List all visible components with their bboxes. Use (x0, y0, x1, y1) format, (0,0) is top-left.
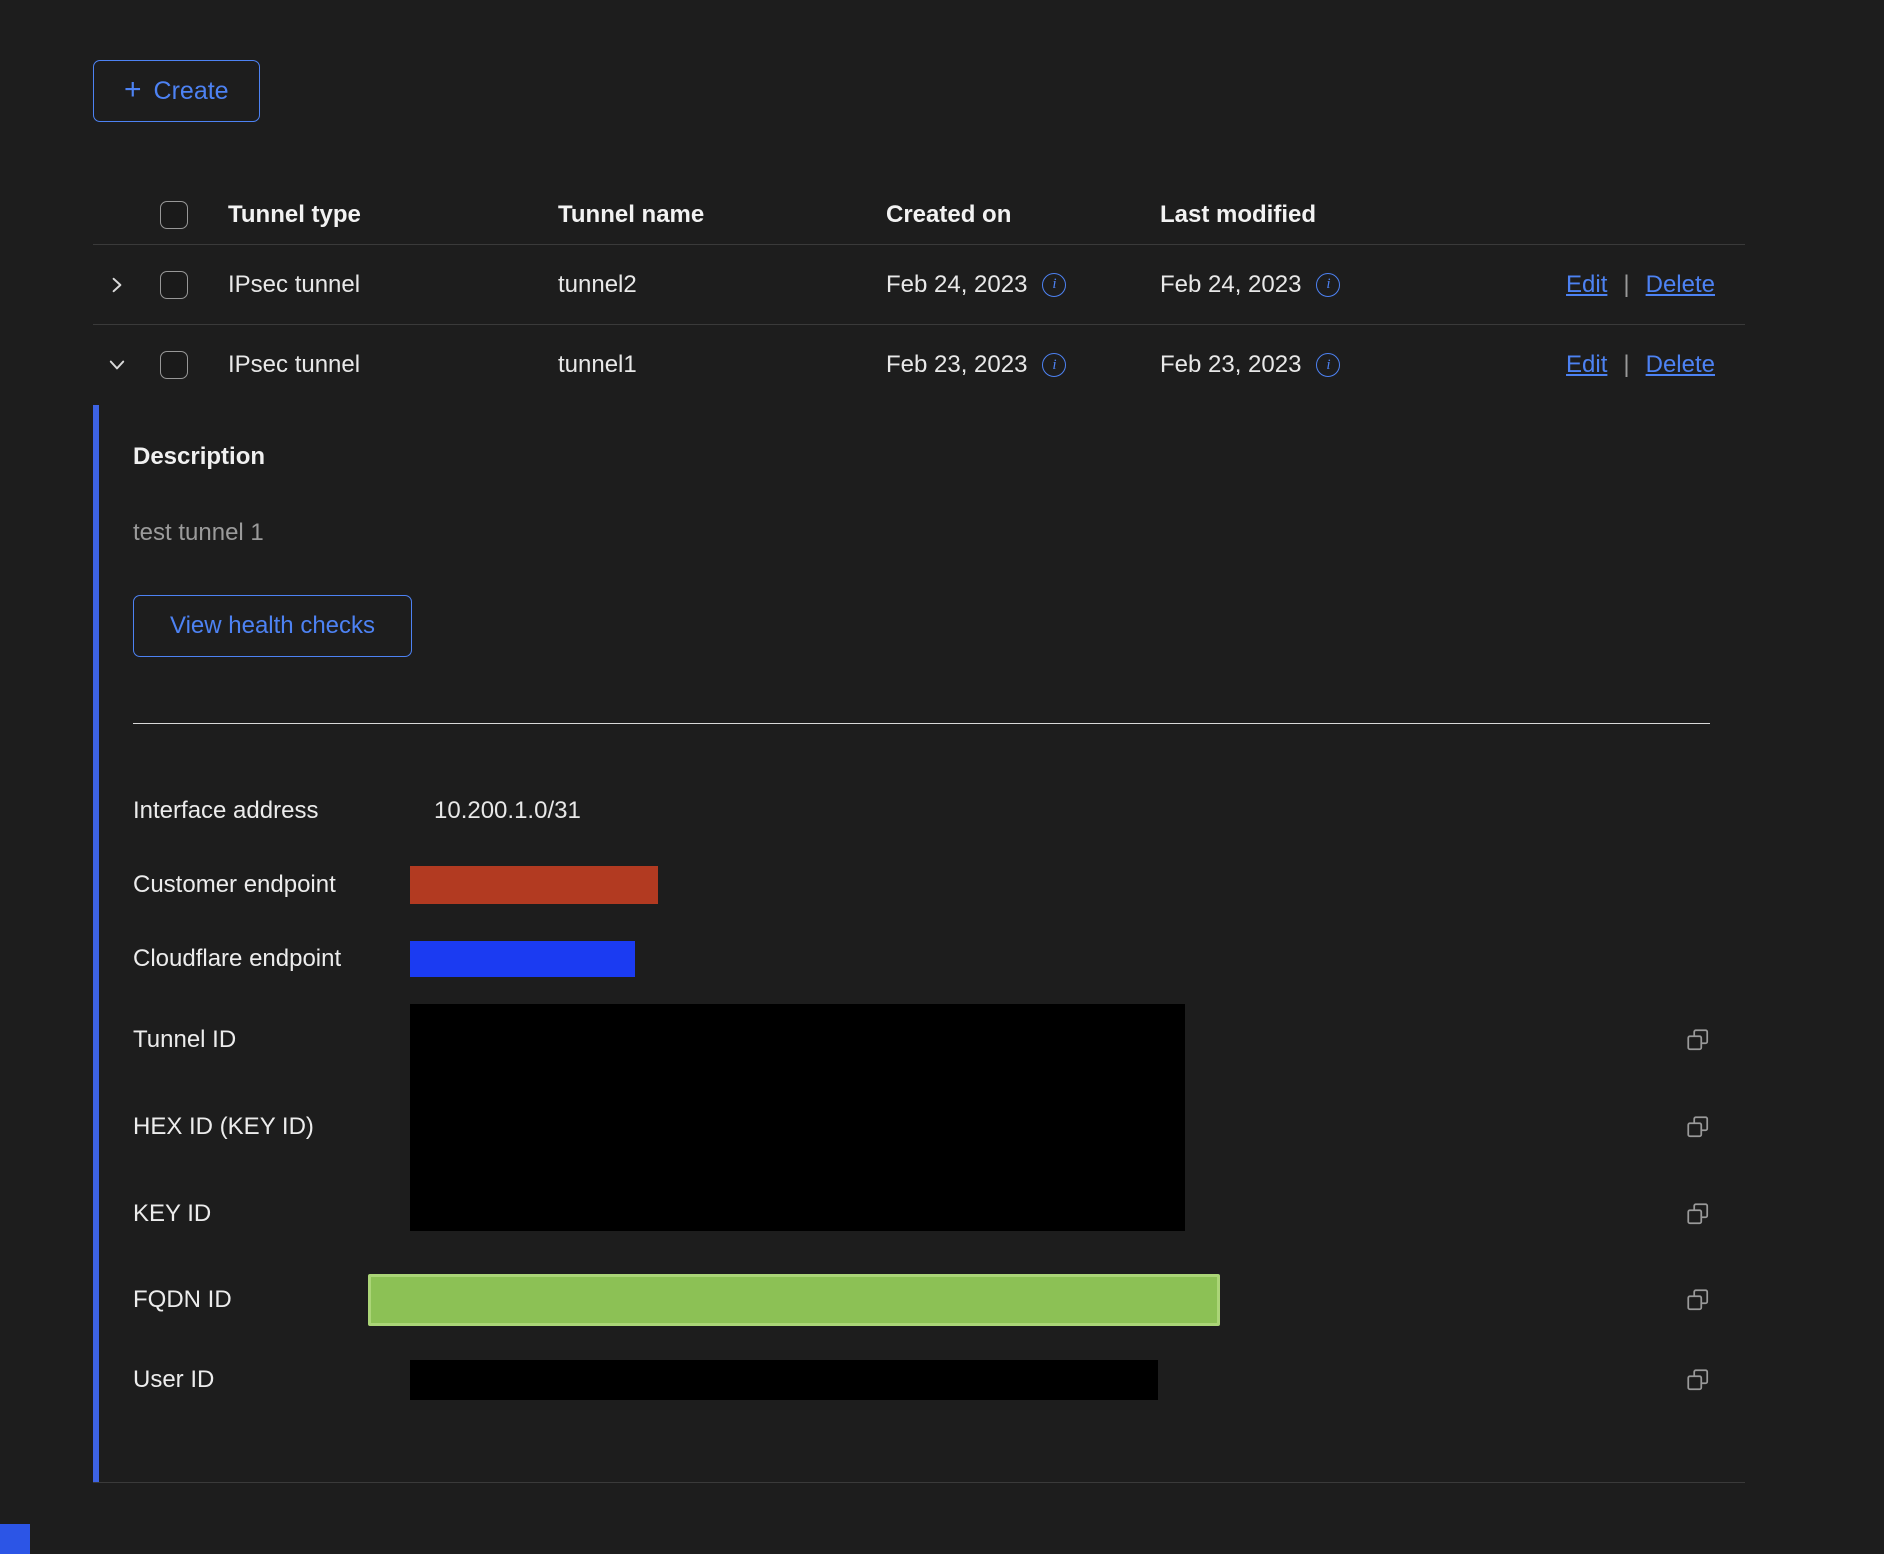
column-header-created-on: Created on (865, 201, 1139, 229)
table-header-row: Tunnel type Tunnel name Created on Last … (93, 185, 1745, 245)
last-modified-cell: Feb 23, 2023 i (1139, 351, 1459, 379)
description-label: Description (133, 443, 1745, 471)
create-button[interactable]: + Create (93, 60, 260, 122)
field-value-cell: 10.200.1.0/31 (410, 797, 1685, 825)
interface-address-value: 10.200.1.0/31 (410, 797, 581, 825)
row-checkbox[interactable] (160, 271, 188, 299)
created-on-cell: Feb 24, 2023 i (865, 271, 1139, 299)
field-label: Cloudflare endpoint (133, 945, 410, 973)
expander-cell (93, 356, 141, 374)
field-label: Customer endpoint (133, 871, 410, 899)
created-on-cell: Feb 23, 2023 i (865, 351, 1139, 379)
section-divider (133, 723, 1710, 724)
info-glyph: i (1326, 357, 1330, 374)
info-icon[interactable]: i (1042, 273, 1066, 297)
view-health-checks-button[interactable]: View health checks (133, 595, 412, 657)
modified-date: Feb 23, 2023 (1160, 351, 1301, 379)
column-header-last-modified: Last modified (1139, 201, 1459, 229)
delete-link[interactable]: Delete (1646, 271, 1715, 299)
table-row-tunnel2: IPsec tunnel tunnel2 Feb 24, 2023 i Feb … (93, 245, 1745, 325)
copy-icon[interactable] (1685, 1367, 1711, 1393)
field-fqdn-id: FQDN ID (133, 1257, 1745, 1343)
field-value-cell (410, 996, 1685, 1231)
page-content: + Create Tunnel type Tunnel name Created… (93, 60, 1745, 1483)
icon-slot (1685, 1170, 1745, 1257)
info-icon[interactable]: i (1042, 353, 1066, 377)
ipsec-tunnels-page: + Create Tunnel type Tunnel name Created… (0, 0, 1884, 1554)
field-group-tunnel-ids: Tunnel ID HEX ID (KEY ID) KEY ID (133, 996, 1745, 1257)
info-glyph: i (1326, 276, 1330, 293)
chevron-down-icon[interactable] (108, 356, 126, 374)
copy-icon[interactable] (1685, 1201, 1711, 1227)
icon-slot (1685, 1083, 1745, 1170)
tunnel1-detail-panel: Description test tunnel 1 View health ch… (93, 405, 1745, 1482)
created-date: Feb 24, 2023 (886, 271, 1027, 299)
delete-link[interactable]: Delete (1646, 351, 1715, 379)
corner-blue-marker (0, 1524, 30, 1554)
field-label-key-id: KEY ID (133, 1170, 410, 1257)
edit-link[interactable]: Edit (1566, 271, 1607, 299)
redacted-cloudflare-endpoint (410, 941, 635, 977)
icon-slot (1685, 1367, 1745, 1393)
row-actions: Edit | Delete (1459, 271, 1745, 299)
row-select-cell (141, 351, 207, 379)
redacted-ids-block (410, 1004, 1185, 1231)
last-modified-cell: Feb 24, 2023 i (1139, 271, 1459, 299)
info-icon[interactable]: i (1316, 273, 1340, 297)
redacted-customer-endpoint (410, 866, 658, 904)
column-header-tunnel-name: Tunnel name (537, 201, 865, 229)
table-row-tunnel1: IPsec tunnel tunnel1 Feb 23, 2023 i Feb … (93, 325, 1745, 405)
field-cloudflare-endpoint: Cloudflare endpoint (133, 922, 1745, 996)
tunnel-type-cell: IPsec tunnel (207, 271, 537, 299)
info-glyph: i (1052, 357, 1056, 374)
field-user-id: User ID (133, 1343, 1745, 1417)
row-actions: Edit | Delete (1459, 351, 1745, 379)
plus-icon: + (124, 75, 142, 105)
action-separator: | (1623, 351, 1629, 379)
expander-cell (93, 276, 141, 294)
action-separator: | (1623, 271, 1629, 299)
created-date: Feb 23, 2023 (886, 351, 1027, 379)
select-all-checkbox[interactable] (160, 201, 188, 229)
column-header-tunnel-type: Tunnel type (207, 201, 537, 229)
id-icons-column (1685, 996, 1745, 1257)
field-label: Interface address (133, 797, 410, 825)
field-interface-address: Interface address 10.200.1.0/31 (133, 774, 1745, 848)
field-value-cell (410, 866, 1685, 904)
field-customer-endpoint: Customer endpoint (133, 848, 1745, 922)
chevron-right-icon[interactable] (108, 276, 126, 294)
copy-icon[interactable] (1685, 1287, 1711, 1313)
field-value-cell (410, 941, 1685, 977)
tunnel-name-cell: tunnel2 (537, 271, 865, 299)
id-labels-column: Tunnel ID HEX ID (KEY ID) KEY ID (133, 996, 410, 1257)
tunnel-detail-fields: Interface address 10.200.1.0/31 Customer… (133, 774, 1745, 1417)
row-checkbox[interactable] (160, 351, 188, 379)
field-label: User ID (133, 1366, 410, 1394)
tunnels-table: Tunnel type Tunnel name Created on Last … (93, 185, 1745, 1483)
field-label-hex-id: HEX ID (KEY ID) (133, 1083, 410, 1170)
redacted-user-id (410, 1360, 1158, 1400)
field-value-cell (410, 1274, 1685, 1326)
redacted-fqdn-id (368, 1274, 1220, 1326)
copy-icon[interactable] (1685, 1027, 1711, 1053)
icon-slot (1685, 996, 1745, 1083)
create-button-label: Create (154, 77, 229, 106)
info-glyph: i (1052, 276, 1056, 293)
row-select-cell (141, 271, 207, 299)
copy-icon[interactable] (1685, 1114, 1711, 1140)
select-all-cell (141, 201, 207, 229)
field-value-cell (410, 1360, 1685, 1400)
icon-slot (1685, 1287, 1745, 1313)
field-label-tunnel-id: Tunnel ID (133, 996, 410, 1083)
info-icon[interactable]: i (1316, 353, 1340, 377)
tunnel-type-cell: IPsec tunnel (207, 351, 537, 379)
tunnel-name-cell: tunnel1 (537, 351, 865, 379)
modified-date: Feb 24, 2023 (1160, 271, 1301, 299)
description-value: test tunnel 1 (133, 519, 1745, 547)
edit-link[interactable]: Edit (1566, 351, 1607, 379)
